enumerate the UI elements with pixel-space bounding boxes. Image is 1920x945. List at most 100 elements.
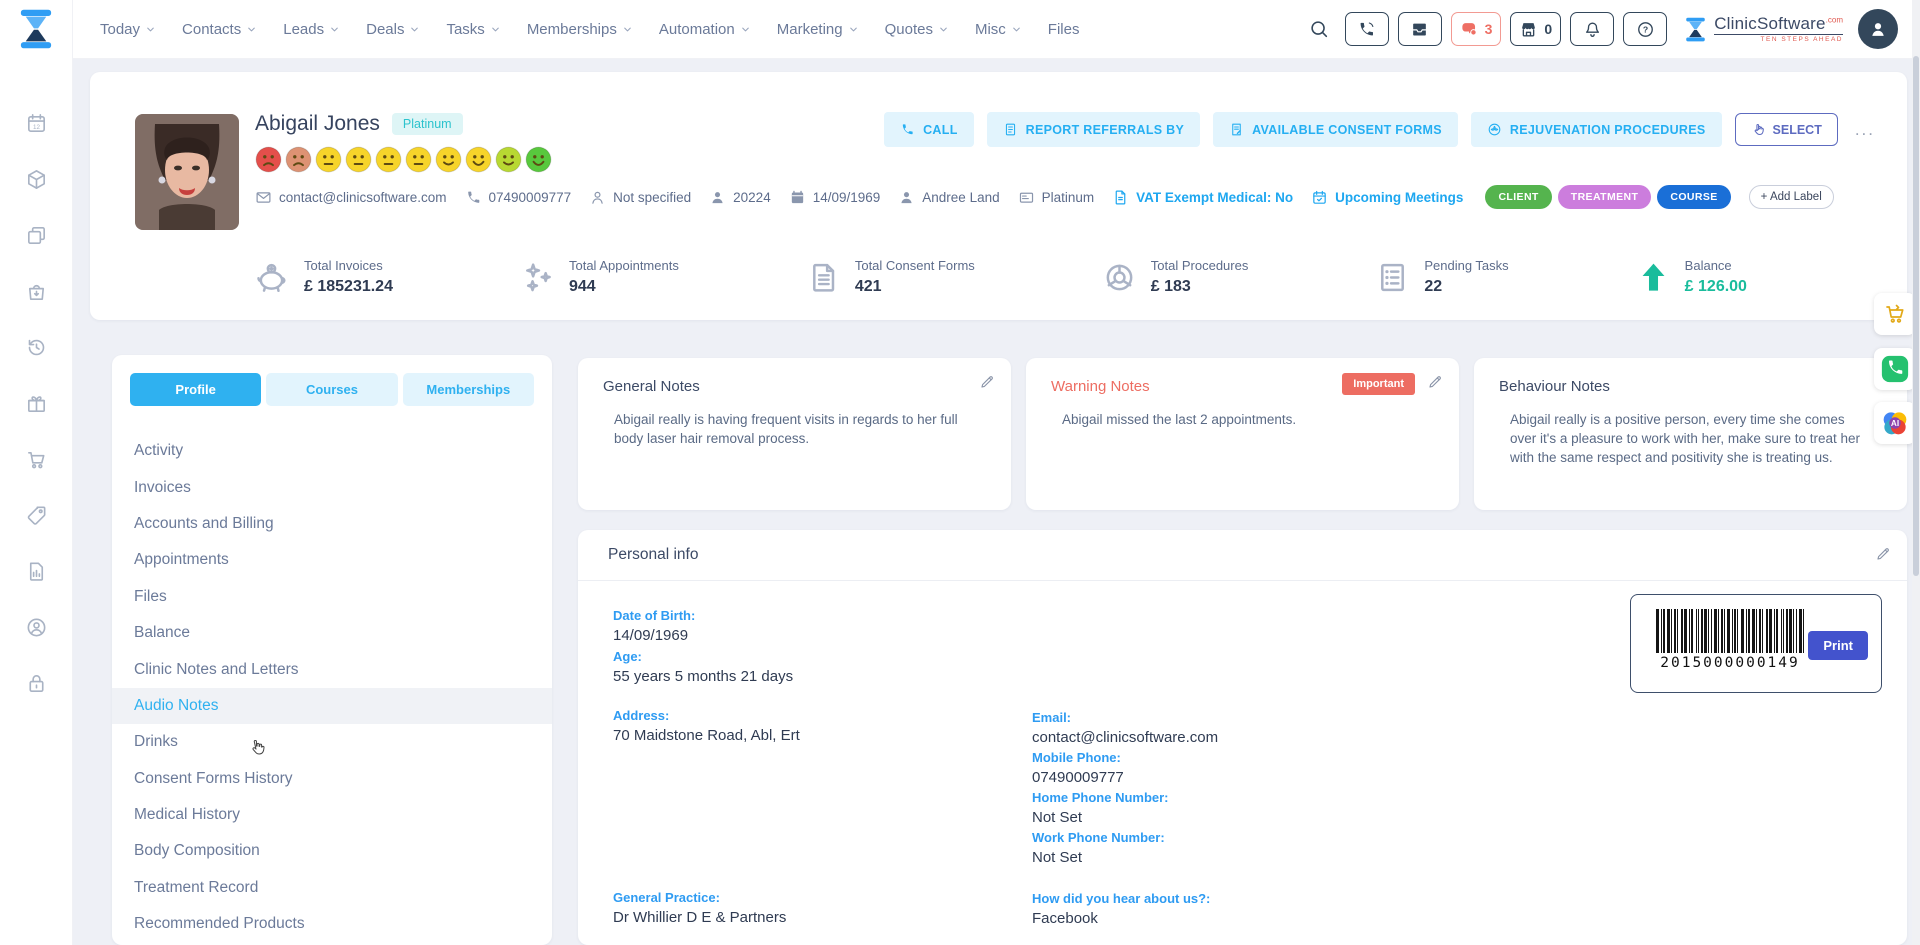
print-button[interactable]: Print — [1808, 631, 1868, 660]
edit-icon[interactable] — [1427, 374, 1443, 390]
chart-report-icon[interactable] — [25, 560, 48, 583]
consent-forms-button[interactable]: AVAILABLE CONSENT FORMS — [1213, 112, 1458, 147]
nav-item-automation[interactable]: Automation — [659, 21, 751, 38]
report-referrals-button[interactable]: REPORT REFERRALS BY — [987, 112, 1201, 147]
notifications-button[interactable] — [1570, 12, 1614, 46]
label-pill-treatment[interactable]: TREATMENT — [1558, 185, 1652, 209]
store-count-badge: 0 — [1544, 21, 1552, 37]
menu-item-treatment-record[interactable]: Treatment Record — [112, 870, 552, 906]
scrollbar-thumb[interactable] — [1913, 56, 1919, 576]
behaviour-notes-title: Behaviour Notes — [1499, 378, 1610, 395]
help-icon: ? — [1636, 20, 1655, 39]
contact-20224: 20224 — [709, 189, 771, 206]
menu-item-accounts-and-billing[interactable]: Accounts and Billing — [112, 506, 552, 542]
piggy-icon — [255, 260, 290, 295]
stat-label: Total Invoices — [304, 258, 393, 273]
help-button[interactable]: ? — [1623, 12, 1667, 46]
link-vat-exempt-medical-no[interactable]: VAT Exempt Medical: No — [1112, 189, 1293, 206]
scrollbar-track[interactable] — [1912, 0, 1920, 945]
mood-flat-icon[interactable] — [315, 146, 342, 173]
menu-item-invoices[interactable]: Invoices — [112, 469, 552, 505]
rejuvenation-button[interactable]: REJUVENATION PROCEDURES — [1471, 112, 1722, 147]
warning-notes-title: Warning Notes — [1051, 378, 1150, 395]
chevron-down-icon — [145, 24, 156, 35]
nav-item-label: Today — [100, 21, 140, 38]
clinicsoftware-logo-icon[interactable] — [14, 6, 58, 52]
search-icon[interactable] — [1308, 18, 1330, 40]
calendar-icon[interactable]: 12 — [25, 112, 48, 135]
nav-item-deals[interactable]: Deals — [366, 21, 420, 38]
more-actions-button[interactable]: ... — [1851, 120, 1879, 140]
edit-icon[interactable] — [1875, 546, 1891, 562]
nav-item-leads[interactable]: Leads — [283, 21, 340, 38]
quick-cart-button[interactable] — [1874, 293, 1916, 335]
menu-item-consent-forms-history[interactable]: Consent Forms History — [112, 761, 552, 797]
tab-courses[interactable]: Courses — [266, 373, 397, 406]
menu-item-body-composition[interactable]: Body Composition — [112, 833, 552, 869]
brand-logo[interactable]: ClinicSoftware.com TEN STEPS AHEAD — [1682, 15, 1843, 44]
mood-flat-icon[interactable] — [345, 146, 372, 173]
add-label-button[interactable]: + Add Label — [1749, 185, 1834, 209]
basket-icon[interactable] — [25, 280, 48, 303]
package-icon[interactable] — [25, 168, 48, 191]
link-upcoming-meetings[interactable]: Upcoming Meetings — [1311, 189, 1463, 206]
mood-smile-icon[interactable] — [435, 146, 462, 173]
label-pill-course[interactable]: COURSE — [1657, 185, 1730, 209]
dialer-button[interactable] — [1345, 12, 1389, 46]
mood-grin-icon[interactable] — [525, 146, 552, 173]
price-tag-icon[interactable] — [25, 504, 48, 527]
nav-item-today[interactable]: Today — [100, 21, 156, 38]
tab-profile[interactable]: Profile — [130, 373, 261, 406]
field-value: Not Set — [1032, 809, 1218, 826]
user-avatar[interactable] — [1858, 9, 1898, 49]
quick-call-button[interactable] — [1874, 348, 1916, 390]
ai-assistant-button[interactable]: AI — [1874, 402, 1916, 444]
mood-grin-icon[interactable] — [465, 146, 492, 173]
mood-flat-icon[interactable] — [405, 146, 432, 173]
menu-item-drinks[interactable]: Drinks — [112, 724, 552, 760]
contact-platinum: Platinum — [1018, 189, 1095, 206]
menu-item-files[interactable]: Files — [112, 579, 552, 615]
label-pill-client[interactable]: CLIENT — [1485, 185, 1551, 209]
nav-item-files[interactable]: Files — [1048, 21, 1080, 38]
store-button[interactable]: 0 — [1510, 12, 1561, 46]
personal-info-title: Personal info — [608, 546, 698, 564]
nav-item-label: Tasks — [446, 21, 484, 38]
menu-item-clinic-notes-and-letters[interactable]: Clinic Notes and Letters — [112, 651, 552, 687]
mood-smile-icon[interactable] — [495, 146, 522, 173]
select-button[interactable]: SELECT — [1735, 113, 1838, 146]
nav-item-memberships[interactable]: Memberships — [527, 21, 633, 38]
nav-item-contacts[interactable]: Contacts — [182, 21, 257, 38]
menu-item-appointments[interactable]: Appointments — [112, 542, 552, 578]
history-icon[interactable] — [25, 336, 48, 359]
call-button[interactable]: CALL — [884, 112, 974, 147]
menu-item-audio-notes[interactable]: Audio Notes — [112, 688, 552, 724]
copy-icon[interactable] — [25, 224, 48, 247]
inbox-button[interactable] — [1398, 12, 1442, 46]
nav-item-quotes[interactable]: Quotes — [885, 21, 949, 38]
patient-photo[interactable] — [135, 114, 239, 230]
lock-icon[interactable] — [25, 672, 48, 695]
mood-flat-icon[interactable] — [375, 146, 402, 173]
gift-icon[interactable] — [25, 392, 48, 415]
barcode-number: 2015000000149 — [1656, 655, 1804, 671]
mood-frown-icon[interactable] — [255, 146, 282, 173]
nav-item-tasks[interactable]: Tasks — [446, 21, 500, 38]
tab-memberships[interactable]: Memberships — [403, 373, 534, 406]
nav-item-marketing[interactable]: Marketing — [777, 21, 859, 38]
edit-icon[interactable] — [979, 374, 995, 390]
menu-item-medical-history[interactable]: Medical History — [112, 797, 552, 833]
brand-tagline: TEN STEPS AHEAD — [1714, 34, 1843, 44]
menu-item-activity[interactable]: Activity — [112, 433, 552, 469]
nav-item-misc[interactable]: Misc — [975, 21, 1022, 38]
stats-row: Total Invoices£ 185231.24Total Appointme… — [255, 258, 1747, 296]
menu-item-recommended-products[interactable]: Recommended Products — [112, 906, 552, 942]
cart-icon — [1883, 302, 1907, 326]
cart-icon[interactable] — [25, 448, 48, 471]
contact-row: contact@clinicsoftware.com07490009777Not… — [255, 182, 1887, 212]
user-outline-icon — [589, 189, 606, 206]
menu-item-balance[interactable]: Balance — [112, 615, 552, 651]
chat-button[interactable]: 3 — [1451, 12, 1502, 46]
mood-frown-icon[interactable] — [285, 146, 312, 173]
user-clock-icon[interactable] — [25, 616, 48, 639]
